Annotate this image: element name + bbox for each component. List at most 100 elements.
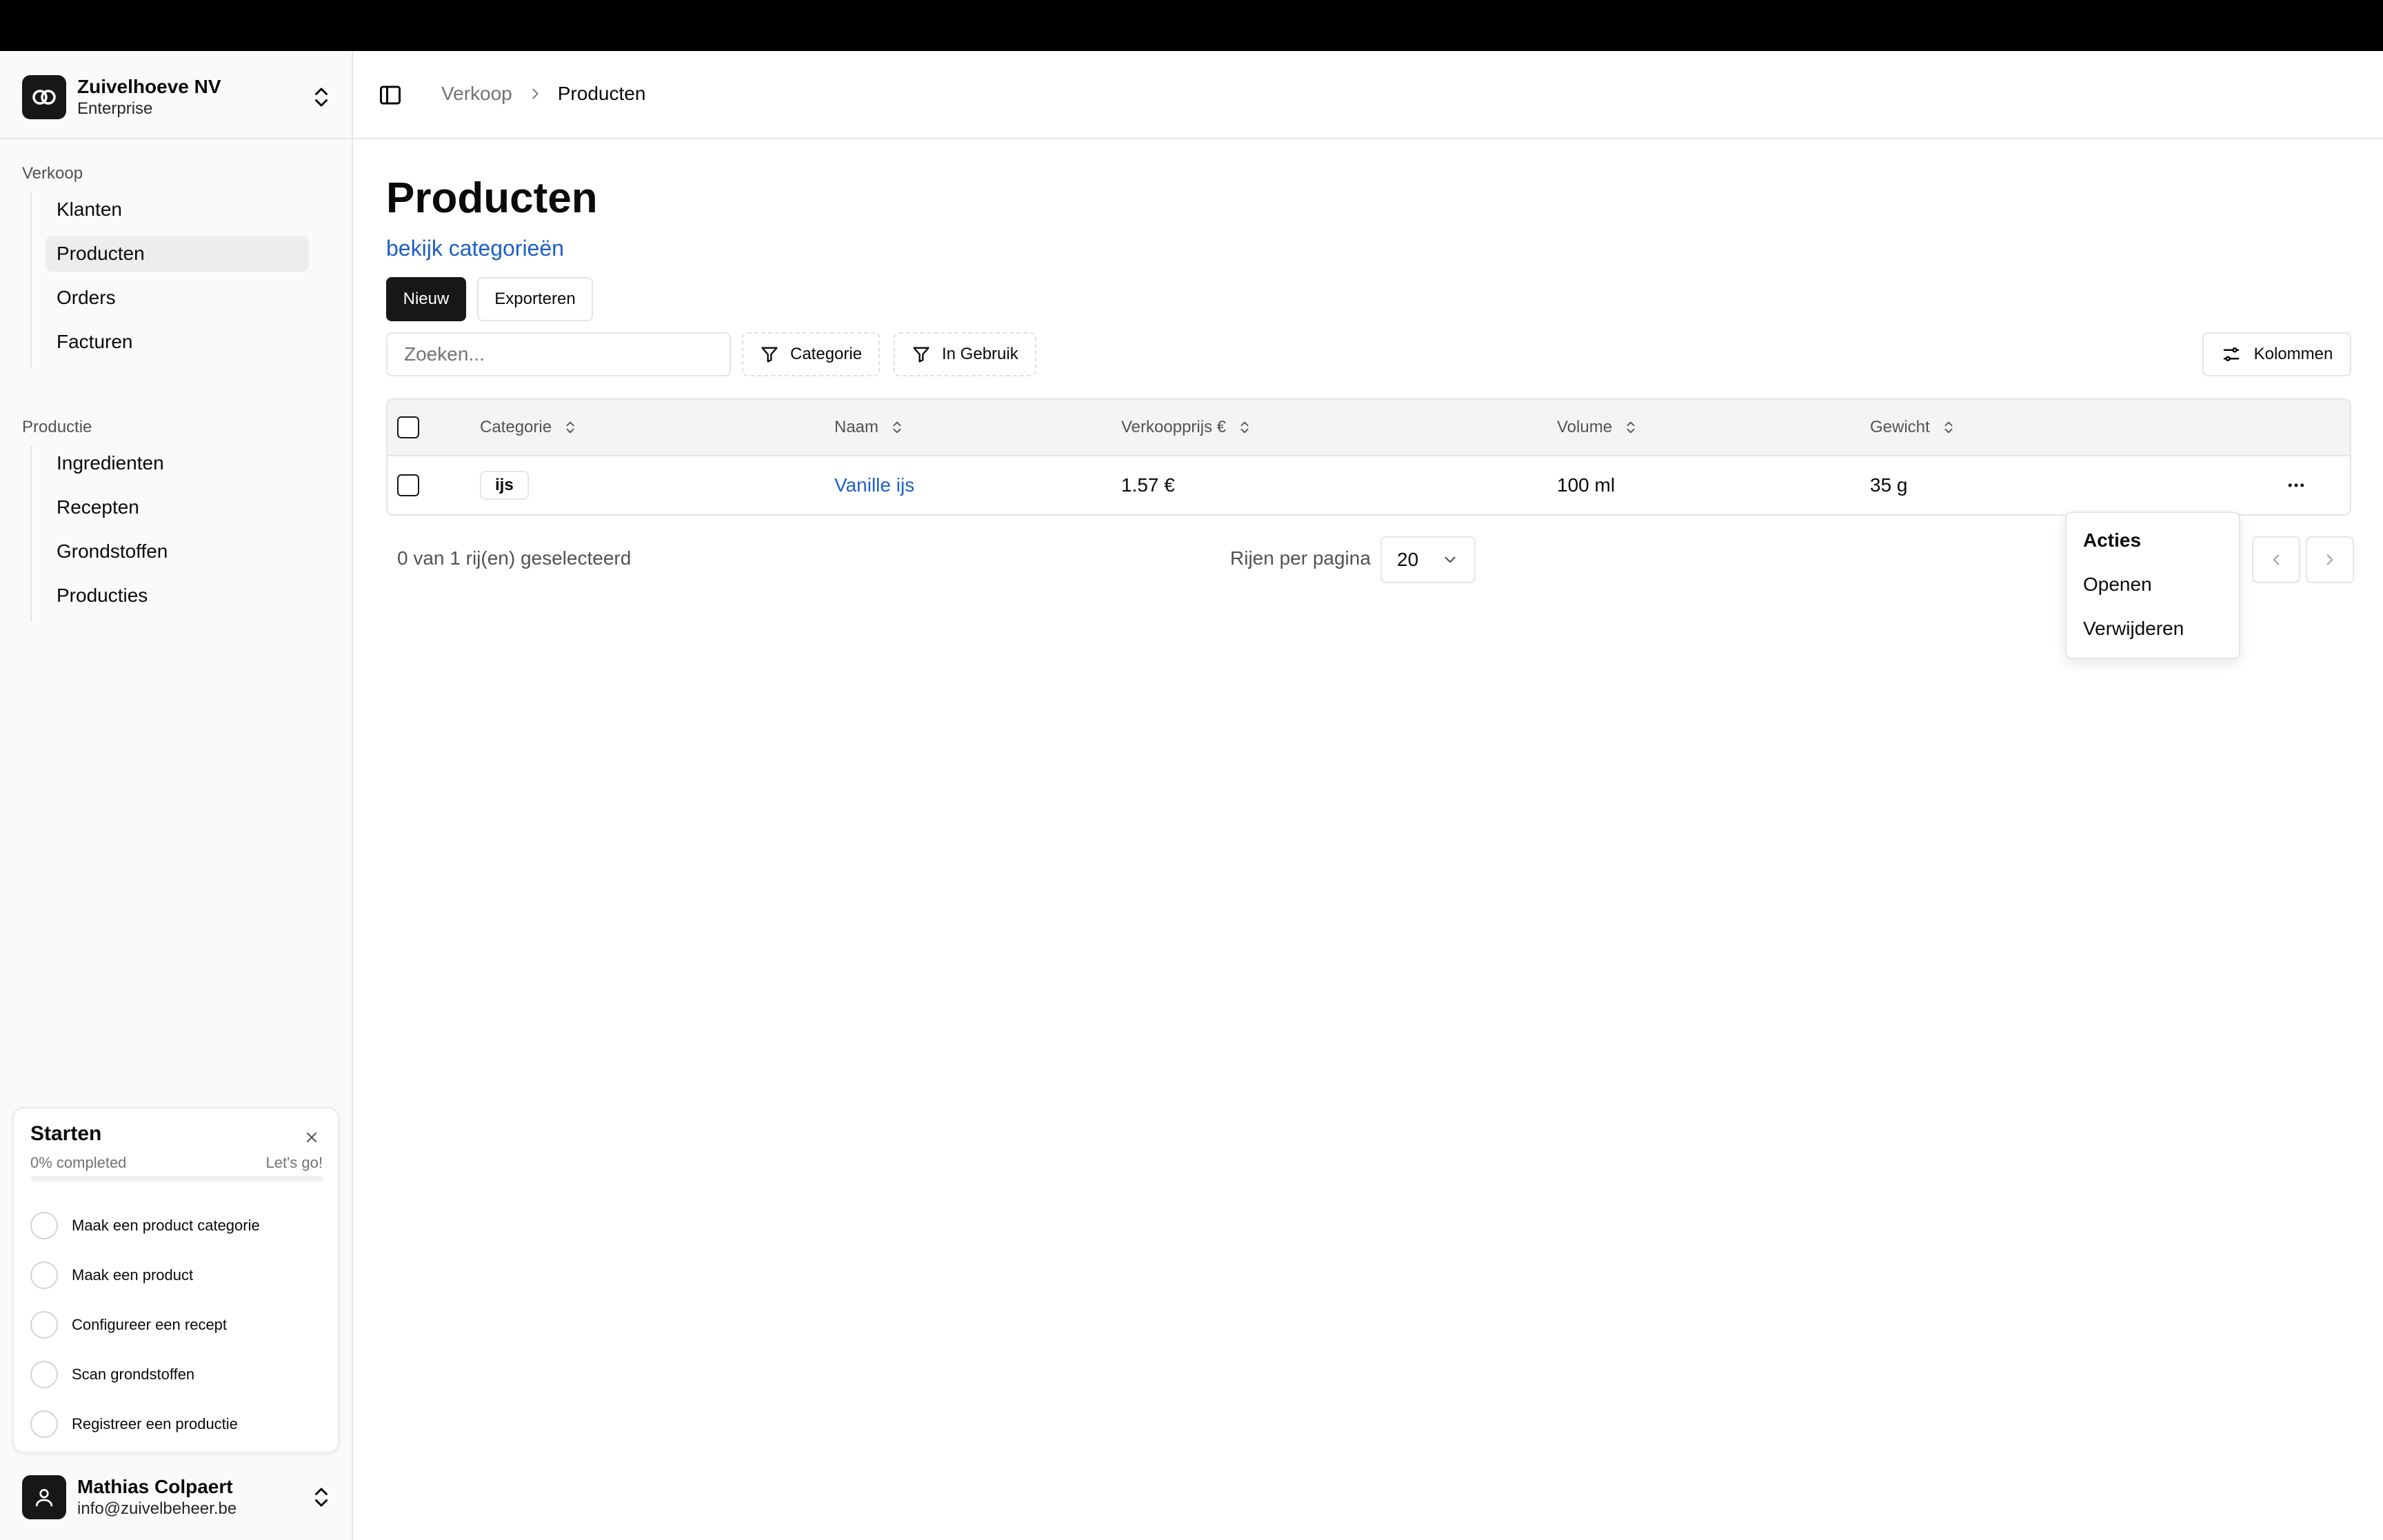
column-header-verkoopprijs[interactable]: Verkoopprijs € bbox=[1121, 400, 1252, 455]
sort-icon bbox=[1240, 421, 1249, 434]
onboarding-step[interactable]: Registreer een productie bbox=[30, 1399, 327, 1449]
step-circle-icon bbox=[30, 1212, 58, 1239]
onboarding-card: Starten 0% completed Let's go! Maak een … bbox=[12, 1107, 339, 1453]
filter-category-label: Categorie bbox=[790, 345, 863, 363]
user-avatar-icon bbox=[22, 1475, 66, 1519]
sidebar-item-grondstoffen[interactable]: Grondstoffen bbox=[46, 534, 309, 569]
chevron-right-icon bbox=[2326, 554, 2333, 565]
row-checkbox[interactable] bbox=[397, 456, 419, 514]
filter-in-use-label: In Gebruik bbox=[942, 345, 1018, 363]
table-row[interactable]: ijs Vanille ijs 1.57 € 100 ml 35 g bbox=[388, 456, 2350, 514]
view-categories-link[interactable]: bekijk categorieën bbox=[386, 236, 564, 261]
column-label: Naam bbox=[834, 418, 879, 436]
step-label: Scan grondstoffen bbox=[72, 1366, 195, 1383]
column-header-gewicht[interactable]: Gewicht bbox=[1870, 400, 1956, 455]
step-label: Maak een product bbox=[72, 1266, 194, 1284]
main-content: Verkoop Producten Producten bekijk categ… bbox=[353, 51, 2383, 1540]
sidebar-item-orders[interactable]: Orders bbox=[46, 280, 309, 316]
new-button[interactable]: Nieuw bbox=[386, 277, 466, 321]
user-email: info@zuivelbeheer.be bbox=[77, 1499, 237, 1518]
org-switcher[interactable]: Zuivelhoeve NV Enterprise bbox=[22, 73, 334, 121]
step-label: Configureer een recept bbox=[72, 1316, 228, 1333]
close-icon[interactable] bbox=[303, 1129, 320, 1146]
sort-icon bbox=[566, 421, 574, 434]
step-circle-icon bbox=[30, 1311, 58, 1339]
filter-category-button[interactable]: Categorie bbox=[742, 332, 881, 376]
column-label: Verkoopprijs € bbox=[1121, 418, 1227, 436]
filter-in-use-button[interactable]: In Gebruik bbox=[894, 332, 1036, 376]
nav-group-label-productie: Productie bbox=[22, 418, 92, 436]
nav-group-label-verkoop: Verkoop bbox=[22, 164, 83, 183]
sort-icon bbox=[1944, 421, 1953, 434]
onboarding-step[interactable]: Scan grondstoffen bbox=[30, 1350, 327, 1399]
select-all-checkbox[interactable] bbox=[397, 400, 419, 455]
chevron-left-icon bbox=[2273, 554, 2280, 565]
onboarding-step[interactable]: Maak een product bbox=[30, 1250, 327, 1300]
column-header-naam[interactable]: Naam bbox=[834, 400, 905, 455]
onboarding-progress-bar bbox=[30, 1176, 323, 1182]
sort-icon bbox=[1627, 421, 1635, 434]
rows-per-page-label: Rijen per pagina bbox=[1230, 547, 1371, 569]
search-input[interactable] bbox=[386, 332, 731, 376]
sidebar-item-recepten[interactable]: Recepten bbox=[46, 489, 309, 525]
rows-per-page-select[interactable]: 20 bbox=[1380, 536, 1476, 583]
chevrons-up-down-icon bbox=[315, 88, 328, 107]
price-cell: 1.57 € bbox=[1121, 474, 1175, 496]
row-actions-menu: Acties Openen Verwijderen bbox=[2065, 511, 2240, 659]
column-label: Categorie bbox=[480, 418, 552, 436]
columns-label: Kolommen bbox=[2253, 345, 2333, 363]
menu-item-open[interactable]: Openen bbox=[2072, 563, 2233, 607]
onboarding-progress-text: 0% completed bbox=[30, 1154, 127, 1171]
products-table: Categorie Naam Verkoopprijs € Volume Gew… bbox=[386, 398, 2351, 516]
breadcrumb-verkoop[interactable]: Verkoop bbox=[441, 83, 512, 105]
org-logo-icon bbox=[22, 75, 66, 119]
nav-list-verkoop: Klanten Producten Orders Facturen bbox=[30, 192, 309, 368]
next-page-button[interactable] bbox=[2306, 536, 2354, 583]
actions-menu-label: Acties bbox=[2083, 529, 2142, 551]
more-horizontal-icon bbox=[2280, 469, 2313, 502]
settings-sliders-icon bbox=[2223, 347, 2239, 361]
menu-item-delete[interactable]: Verwijderen bbox=[2072, 607, 2233, 651]
volume-cell: 100 ml bbox=[1557, 474, 1616, 496]
columns-button[interactable]: Kolommen bbox=[2202, 332, 2351, 376]
column-header-categorie[interactable]: Categorie bbox=[480, 400, 578, 455]
sidebar: Zuivelhoeve NV Enterprise Verkoop Klante… bbox=[0, 51, 353, 1540]
breadcrumb-current: Producten bbox=[557, 83, 646, 104]
row-actions-button[interactable] bbox=[2280, 456, 2313, 514]
category-cell: ijs bbox=[480, 456, 529, 514]
breadcrumb: Verkoop Producten bbox=[441, 83, 645, 105]
user-menu[interactable]: Mathias Colpaert info@zuivelbeheer.be bbox=[22, 1474, 334, 1521]
sidebar-item-klanten[interactable]: Klanten bbox=[46, 192, 309, 227]
onboarding-title: Starten bbox=[30, 1122, 102, 1145]
sidebar-item-producten[interactable]: Producten bbox=[46, 236, 309, 272]
chevron-down-icon bbox=[1445, 556, 1456, 563]
chevron-right-icon bbox=[532, 88, 539, 99]
step-label: Maak een product categorie bbox=[72, 1217, 260, 1234]
table-header: Categorie Naam Verkoopprijs € Volume Gew… bbox=[388, 400, 2350, 456]
sidebar-divider bbox=[0, 138, 352, 139]
step-circle-icon bbox=[30, 1410, 58, 1438]
onboarding-step[interactable]: Configureer een recept bbox=[30, 1300, 327, 1350]
column-label: Gewicht bbox=[1870, 418, 1930, 436]
column-header-volume[interactable]: Volume bbox=[1557, 400, 1638, 455]
app-window: Zuivelhoeve NV Enterprise Verkoop Klante… bbox=[0, 51, 2383, 1540]
org-plan: Enterprise bbox=[77, 99, 153, 118]
org-name: Zuivelhoeve NV bbox=[77, 76, 221, 97]
nav-list-productie: Ingredienten Recepten Grondstoffen Produ… bbox=[30, 445, 309, 622]
export-button[interactable]: Exporteren bbox=[477, 277, 593, 321]
previous-page-button[interactable] bbox=[2252, 536, 2300, 583]
user-name: Mathias Colpaert bbox=[77, 1476, 233, 1497]
weight-cell: 35 g bbox=[1870, 474, 1908, 496]
sidebar-item-ingredienten[interactable]: Ingredienten bbox=[46, 445, 309, 481]
sidebar-toggle-icon[interactable] bbox=[378, 83, 403, 108]
onboarding-step[interactable]: Maak een product categorie bbox=[30, 1201, 327, 1250]
filter-icon bbox=[761, 347, 778, 363]
sidebar-item-facturen[interactable]: Facturen bbox=[46, 324, 309, 360]
onboarding-steps: Maak een product categorie Maak een prod… bbox=[30, 1201, 327, 1449]
sidebar-item-producties[interactable]: Producties bbox=[46, 578, 309, 614]
topbar: Verkoop Producten bbox=[353, 51, 2383, 139]
rows-per-page-value: 20 bbox=[1397, 549, 1419, 570]
category-badge: ijs bbox=[480, 471, 529, 500]
product-name-link[interactable]: Vanille ijs bbox=[834, 456, 914, 514]
selection-info: 0 van 1 rij(en) geselecteerd bbox=[397, 547, 632, 569]
